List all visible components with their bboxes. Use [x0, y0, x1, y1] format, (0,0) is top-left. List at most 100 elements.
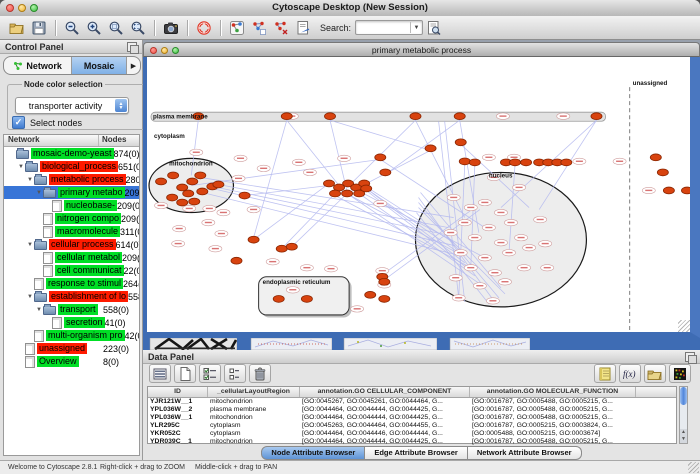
create-attribute-icon[interactable] — [174, 364, 196, 383]
graph-node[interactable] — [663, 187, 674, 194]
expander-icon[interactable]: ▼ — [26, 177, 34, 183]
table-row[interactable]: YJR121W__1mitochondrion[GO:0045267, GO:0… — [148, 398, 676, 406]
table-row[interactable]: YLR295Ccytoplasm[GO:0045263, GO:0044464,… — [148, 422, 676, 430]
tree-row-macromolecule[interactable]: macromolecule311(0) — [4, 225, 139, 238]
graph-node[interactable] — [239, 192, 250, 199]
zoom-out-icon[interactable] — [62, 18, 82, 38]
graph-node[interactable] — [380, 169, 391, 176]
tab-network-attribute-browser[interactable]: Network Attribute Browser — [468, 446, 582, 460]
graph-node[interactable] — [324, 113, 335, 120]
delete-attribute-icon[interactable] — [249, 364, 271, 383]
graph-node[interactable] — [187, 178, 198, 185]
column-header[interactable]: annotation.GO CELLULAR_COMPONENT — [300, 387, 470, 397]
tree-row-mosaic-demo-yeast[interactable]: mosaic-demo-yeast874(0) — [4, 147, 139, 160]
graph-node[interactable] — [195, 172, 206, 179]
table-row[interactable]: YDR039C__1mitochondrion[GO:0044464, GO:0… — [148, 438, 676, 446]
expander-icon[interactable]: ▼ — [26, 242, 34, 248]
chevron-down-icon[interactable]: ▼ — [410, 22, 422, 33]
tree-row-establishment-of-lo[interactable]: ▼establishment of lo558(0) — [4, 290, 139, 303]
vizmapper-icon[interactable] — [227, 18, 247, 38]
expander-icon[interactable]: ▼ — [17, 164, 25, 170]
graph-node[interactable] — [323, 180, 334, 187]
tree-row-primary-metabo[interactable]: ▼primary metabo209(... — [4, 186, 139, 199]
tree-row-biological-process[interactable]: ▼biological_process651(0) — [4, 160, 139, 173]
save-icon[interactable] — [29, 18, 49, 38]
graph-node[interactable] — [455, 139, 466, 146]
graph-node[interactable] — [657, 169, 668, 176]
tab-network[interactable]: Network — [4, 57, 72, 74]
tree-row-cell-communicat[interactable]: cell communicat22(0) — [4, 264, 139, 277]
select-nodes-checkbox[interactable]: ✓ — [12, 116, 25, 129]
graph-node[interactable] — [591, 113, 602, 120]
graph-node[interactable] — [510, 159, 521, 166]
annotation-icon[interactable] — [293, 18, 313, 38]
snapshot-icon[interactable] — [161, 18, 181, 38]
node-color-dropdown[interactable]: transporter activity ▲▼ — [15, 97, 129, 114]
float-panel-icon[interactable] — [685, 352, 695, 362]
graph-node[interactable] — [183, 190, 194, 197]
tab-mosaic[interactable]: Mosaic — [72, 57, 127, 74]
graph-node[interactable] — [248, 236, 259, 243]
create-network-icon[interactable] — [249, 18, 269, 38]
float-panel-icon[interactable] — [127, 42, 137, 52]
graph-node[interactable] — [469, 159, 480, 166]
tree-row-multi-organism-pro[interactable]: multi-organism pro42(0) — [4, 329, 139, 342]
tab-node-attribute-browser[interactable]: Node Attribute Browser — [261, 446, 365, 460]
resize-grip-icon[interactable] — [688, 462, 699, 473]
attribute-grid-icon[interactable] — [149, 364, 171, 383]
tree-row-transport[interactable]: ▼transport558(0) — [4, 303, 139, 316]
graph-node[interactable] — [177, 199, 188, 206]
graph-node[interactable] — [379, 278, 390, 285]
expander-icon[interactable]: ▼ — [35, 190, 43, 196]
column-header[interactable]: ID — [148, 387, 208, 397]
destroy-network-icon[interactable] — [271, 18, 291, 38]
table-row[interactable]: YKR052Ccytoplasm[GO:0044464, GO:0044446,… — [148, 430, 676, 438]
graph-node[interactable] — [231, 257, 242, 264]
advanced-search-icon[interactable] — [424, 18, 444, 38]
attribute-matrix-icon[interactable] — [669, 364, 691, 383]
graph-node[interactable] — [425, 145, 436, 152]
graph-node[interactable] — [342, 190, 353, 197]
tree-row-cellular-process[interactable]: ▼cellular process614(0) — [4, 238, 139, 251]
graph-node[interactable] — [189, 198, 200, 205]
graph-node[interactable] — [561, 159, 572, 166]
tab-edge-attribute-browser[interactable]: Edge Attribute Browser — [365, 446, 467, 460]
tree-row-cellular-metabol[interactable]: cellular metabol209(0) — [4, 251, 139, 264]
graph-node[interactable] — [213, 181, 224, 188]
graph-node[interactable] — [454, 113, 465, 120]
graph-node[interactable] — [286, 243, 297, 250]
notes-icon[interactable] — [594, 364, 616, 383]
graph-node[interactable] — [375, 154, 386, 161]
expander-icon[interactable]: ▼ — [26, 294, 34, 300]
graph-node[interactable] — [168, 172, 179, 179]
graph-node[interactable] — [459, 158, 470, 165]
graph-node[interactable] — [156, 178, 167, 185]
open-file-icon[interactable] — [7, 18, 27, 38]
tree-row-nitrogen-compo[interactable]: nitrogen compo209(0) — [4, 212, 139, 225]
scrollbar-thumb[interactable] — [680, 387, 687, 405]
scrollbar-arrows-icon[interactable]: ▲▼ — [680, 429, 687, 443]
tree-row-nucleobase-[interactable]: nucleobase-209(0) — [4, 199, 139, 212]
graph-node[interactable] — [521, 159, 532, 166]
graph-node[interactable] — [650, 154, 661, 161]
network-window-titlebar[interactable]: primary metabolic process — [143, 42, 700, 57]
import-attributes-icon[interactable] — [644, 364, 666, 383]
zoom-fit-icon[interactable] — [128, 18, 148, 38]
graph-node[interactable] — [361, 185, 372, 192]
graph-node[interactable] — [301, 295, 312, 302]
graph-node[interactable] — [379, 295, 390, 302]
tabs-overflow-arrow[interactable]: ▶ — [127, 57, 140, 74]
column-header[interactable]: annotation.GO MOLECULAR_FUNCTION — [470, 387, 636, 397]
column-header[interactable] — [636, 387, 676, 397]
graph-node[interactable] — [167, 194, 178, 201]
unselect-attributes-icon[interactable] — [224, 364, 246, 383]
table-scrollbar[interactable]: ▲▼ — [679, 386, 688, 444]
help-icon[interactable] — [194, 18, 214, 38]
zoom-selected-icon[interactable] — [106, 18, 126, 38]
zoom-in-icon[interactable] — [84, 18, 104, 38]
search-input[interactable]: ▼ — [355, 20, 423, 35]
formula-builder-icon[interactable]: f(x) — [619, 364, 641, 383]
table-row[interactable]: YPL036W__2plasma membrane[GO:0044464, GO… — [148, 406, 676, 414]
graph-node[interactable] — [330, 190, 341, 197]
column-header[interactable]: _cellularLayoutRegion — [208, 387, 300, 397]
